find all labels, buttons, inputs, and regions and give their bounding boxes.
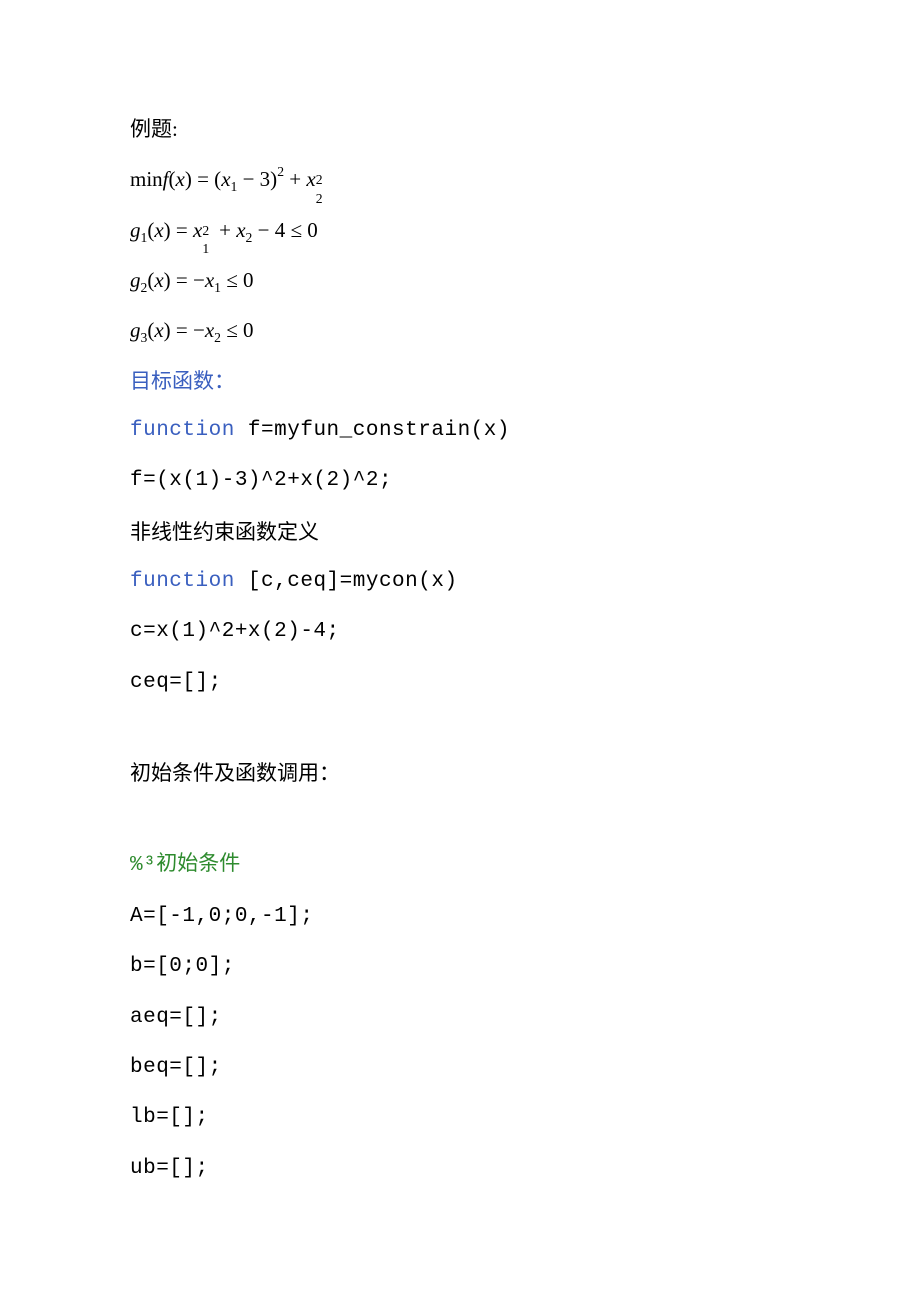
comment-percent: %³ (130, 854, 156, 877)
code-A: A=[-1,0;0,-1]; (130, 903, 790, 931)
label-objective-function: 目标函数： (130, 367, 790, 395)
keyword-function-1: function (130, 419, 235, 442)
equation-g3: g3(x) = −x2 ≤ 0 (130, 316, 790, 344)
code-ub: ub=[]; (130, 1155, 790, 1183)
equation-g2: g2(x) = −x1 ≤ 0 (130, 266, 790, 294)
equation-minf: minf(x) = (x1 − 3)2 + x22 (130, 165, 790, 193)
spacer (130, 809, 790, 849)
minf-x1: x (221, 167, 230, 191)
g1-x: x (154, 218, 163, 242)
code-fn2-rest: [c,ceq]=mycon(x) (235, 570, 458, 593)
label-nonlinear-constraint: 非线性约束函数定义 (130, 518, 790, 546)
minf-sq: 2 (277, 164, 284, 179)
g1-close: ) = (164, 218, 193, 242)
g1-x1-sub: 1 (202, 240, 209, 258)
minf-plus: + (284, 167, 306, 191)
code-ceq-assignment: ceq=[]; (130, 669, 790, 697)
code-b: b=[0;0]; (130, 953, 790, 981)
code-fn1-rest: f=myfun_constrain(x) (235, 419, 510, 442)
g3-x2-sub: 2 (214, 330, 221, 345)
minf-x: x (176, 167, 185, 191)
keyword-function-2: function (130, 570, 235, 593)
g1-x1-sup: 2 (202, 222, 209, 240)
g1-x1: x (193, 218, 202, 242)
g2-close: ) = − (164, 268, 205, 292)
code-c-assignment: c=x(1)^2+x(2)-4; (130, 618, 790, 646)
g3-x2: x (205, 318, 214, 342)
g3-tail: ≤ 0 (221, 318, 254, 342)
equation-g1: g1(x) = x21 + x2 − 4 ≤ 0 (130, 216, 790, 244)
minf-x2-sub: 2 (316, 190, 323, 208)
code-beq: beq=[]; (130, 1054, 790, 1082)
heading-example: 例题: (130, 115, 790, 143)
g2-x: x (154, 268, 163, 292)
g2-g: g (130, 268, 141, 292)
g2-x1-sub: 1 (214, 280, 221, 295)
minf-x2: x (306, 167, 315, 191)
minf-open: ( (169, 167, 176, 191)
code-function-mycon: function [c,ceq]=mycon(x) (130, 568, 790, 596)
code-f-assignment: f=(x(1)-3)^2+x(2)^2; (130, 467, 790, 495)
minf-prefix: min (130, 167, 163, 191)
g1-g: g (130, 218, 141, 242)
comment-initial-condition: %³初始条件 (130, 849, 790, 880)
minf-x2-sup: 2 (316, 171, 323, 189)
g1-plus: + (214, 218, 236, 242)
g3-close: ) = − (164, 318, 205, 342)
g3-g: g (130, 318, 141, 342)
g2-x1: x (205, 268, 214, 292)
g2-tail: ≤ 0 (221, 268, 254, 292)
minf-minus3: − 3) (237, 167, 277, 191)
g1-tail: − 4 ≤ 0 (252, 218, 317, 242)
code-lb: lb=[]; (130, 1104, 790, 1132)
label-initial-and-call: 初始条件及函数调用： (130, 759, 790, 787)
spacer (130, 719, 790, 759)
minf-close: ) = ( (185, 167, 221, 191)
code-function-myfun: function f=myfun_constrain(x) (130, 417, 790, 445)
g1-x2: x (236, 218, 245, 242)
code-aeq: aeq=[]; (130, 1004, 790, 1032)
comment-text: 初始条件 (156, 851, 240, 875)
g3-x: x (154, 318, 163, 342)
